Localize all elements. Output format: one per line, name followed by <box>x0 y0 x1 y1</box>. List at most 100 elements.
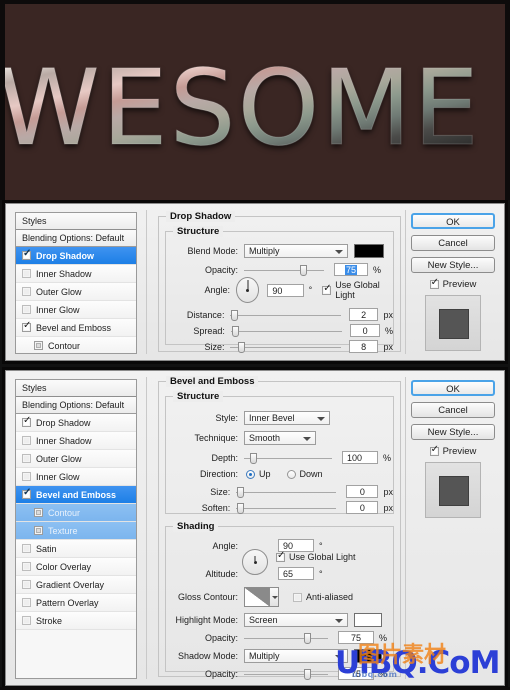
checkbox-icon[interactable] <box>22 490 31 499</box>
direction-down-radio[interactable]: Down <box>287 469 323 479</box>
blending-options-row[interactable]: Blending Options: Default <box>16 397 136 414</box>
style-item-drop-shadow[interactable]: Drop Shadow <box>16 414 136 432</box>
spread-input[interactable]: 0 <box>350 324 380 337</box>
style-item-bevel-and-emboss[interactable]: Bevel and Emboss <box>16 319 136 337</box>
style-item-texture[interactable]: Texture <box>16 522 136 540</box>
altitude-input[interactable]: 65 <box>278 567 314 580</box>
ok-button[interactable]: OK <box>411 380 495 396</box>
styles-effect-list[interactable]: Drop Shadow Inner Shadow Outer Glow Inne… <box>16 247 136 353</box>
bevel-size-slider[interactable] <box>236 486 336 498</box>
radio-icon[interactable] <box>287 470 296 479</box>
anti-aliased-checkbox[interactable]: Anti-aliased <box>293 592 353 602</box>
checkbox-icon[interactable] <box>22 472 31 481</box>
checkbox-icon[interactable] <box>22 562 31 571</box>
slider-knob[interactable] <box>304 633 311 644</box>
depth-input[interactable]: 100 <box>342 451 378 464</box>
style-item-inner-shadow[interactable]: Inner Shadow <box>16 432 136 450</box>
gloss-contour-dropdown[interactable] <box>270 587 279 607</box>
checkbox-icon[interactable] <box>22 544 31 553</box>
checkbox-icon[interactable] <box>22 436 31 445</box>
style-item-pattern-overlay[interactable]: Pattern Overlay <box>16 594 136 612</box>
style-item-color-overlay[interactable]: Color Overlay <box>16 558 136 576</box>
checkbox-icon[interactable] <box>34 508 43 517</box>
slider-knob[interactable] <box>238 342 245 353</box>
checkbox-icon[interactable] <box>22 251 31 260</box>
highlight-color-swatch[interactable] <box>354 613 382 627</box>
soften-slider[interactable] <box>236 502 336 514</box>
shadow-opacity-slider[interactable] <box>244 668 328 680</box>
technique-select[interactable]: Smooth <box>244 431 316 445</box>
checkbox-icon[interactable] <box>276 553 285 562</box>
distance-input[interactable]: 2 <box>349 308 379 321</box>
checkbox-icon[interactable] <box>34 341 43 350</box>
soften-input[interactable]: 0 <box>346 501 378 514</box>
direction-up-radio[interactable]: Up <box>246 469 271 479</box>
use-global-light-checkbox[interactable]: Use Global Light <box>276 552 356 562</box>
new-style-button[interactable]: New Style... <box>411 257 495 273</box>
checkbox-icon[interactable] <box>22 418 31 427</box>
cancel-button[interactable]: Cancel <box>411 235 495 251</box>
cancel-button[interactable]: Cancel <box>411 402 495 418</box>
size-slider[interactable] <box>230 341 340 353</box>
highlight-mode-select[interactable]: Screen <box>244 613 348 627</box>
opacity-slider[interactable] <box>244 264 324 276</box>
slider-knob[interactable] <box>237 487 244 498</box>
slider-knob[interactable] <box>237 503 244 514</box>
angle-dial[interactable] <box>236 277 259 303</box>
style-item-satin[interactable]: Satin <box>16 540 136 558</box>
preview-checkbox[interactable]: Preview <box>411 446 495 457</box>
checkbox-icon[interactable] <box>293 593 302 602</box>
slider-knob[interactable] <box>232 326 239 337</box>
ok-button[interactable]: OK <box>411 213 495 229</box>
styles-list-panel[interactable]: Styles Blending Options: Default Drop Sh… <box>15 379 137 679</box>
highlight-opacity-slider[interactable] <box>244 632 328 644</box>
checkbox-icon[interactable] <box>22 598 31 607</box>
layer-style-dialog-drop-shadow[interactable]: Styles Blending Options: Default Drop Sh… <box>5 203 505 361</box>
style-item-outer-glow[interactable]: Outer Glow <box>16 450 136 468</box>
checkbox-icon[interactable] <box>430 280 439 289</box>
checkbox-icon[interactable] <box>22 616 31 625</box>
slider-knob[interactable] <box>304 669 311 680</box>
bevel-size-input[interactable]: 0 <box>346 485 378 498</box>
style-item-drop-shadow[interactable]: Drop Shadow <box>16 247 136 265</box>
style-item-contour[interactable]: Contour <box>16 337 136 353</box>
radio-icon[interactable] <box>246 470 255 479</box>
blending-options-row[interactable]: Blending Options: Default <box>16 230 136 247</box>
spread-slider[interactable] <box>231 325 342 337</box>
slider-knob[interactable] <box>231 310 238 321</box>
styles-list-panel[interactable]: Styles Blending Options: Default Drop Sh… <box>15 212 137 354</box>
new-style-button[interactable]: New Style... <box>411 424 495 440</box>
slider-knob[interactable] <box>250 453 257 464</box>
use-global-light-checkbox[interactable]: Use Global Light <box>322 280 393 300</box>
checkbox-icon[interactable] <box>22 454 31 463</box>
style-item-bevel-and-emboss[interactable]: Bevel and Emboss <box>16 486 136 504</box>
checkbox-icon[interactable] <box>322 286 331 295</box>
bevel-style-select[interactable]: Inner Bevel <box>244 411 330 425</box>
checkbox-icon[interactable] <box>22 287 31 296</box>
style-item-stroke[interactable]: Stroke <box>16 612 136 630</box>
shadow-mode-select[interactable]: Multiply <box>244 649 348 663</box>
checkbox-icon[interactable] <box>22 305 31 314</box>
opacity-input[interactable]: 75 <box>334 263 368 276</box>
slider-knob[interactable] <box>300 265 307 276</box>
layer-style-dialog-bevel-emboss[interactable]: Styles Blending Options: Default Drop Sh… <box>5 370 505 686</box>
shading-use-global-light[interactable]: Use Global Light <box>276 552 356 562</box>
depth-slider[interactable] <box>244 452 332 464</box>
distance-slider[interactable] <box>230 309 340 321</box>
style-item-outer-glow[interactable]: Outer Glow <box>16 283 136 301</box>
checkbox-icon[interactable] <box>22 269 31 278</box>
styles-effect-list[interactable]: Drop Shadow Inner Shadow Outer Glow Inne… <box>16 414 136 678</box>
style-item-gradient-overlay[interactable]: Gradient Overlay <box>16 576 136 594</box>
size-input[interactable]: 8 <box>349 340 379 353</box>
checkbox-icon[interactable] <box>34 526 43 535</box>
checkbox-icon[interactable] <box>22 580 31 589</box>
angle-input[interactable]: 90 <box>267 284 303 297</box>
shadow-color-swatch[interactable] <box>354 244 384 258</box>
gloss-contour-preview[interactable] <box>244 587 270 607</box>
style-item-inner-glow[interactable]: Inner Glow <box>16 301 136 319</box>
checkbox-icon[interactable] <box>430 447 439 456</box>
style-item-inner-shadow[interactable]: Inner Shadow <box>16 265 136 283</box>
style-item-inner-glow[interactable]: Inner Glow <box>16 468 136 486</box>
checkbox-icon[interactable] <box>22 323 31 332</box>
blend-mode-select[interactable]: Multiply <box>244 244 348 258</box>
